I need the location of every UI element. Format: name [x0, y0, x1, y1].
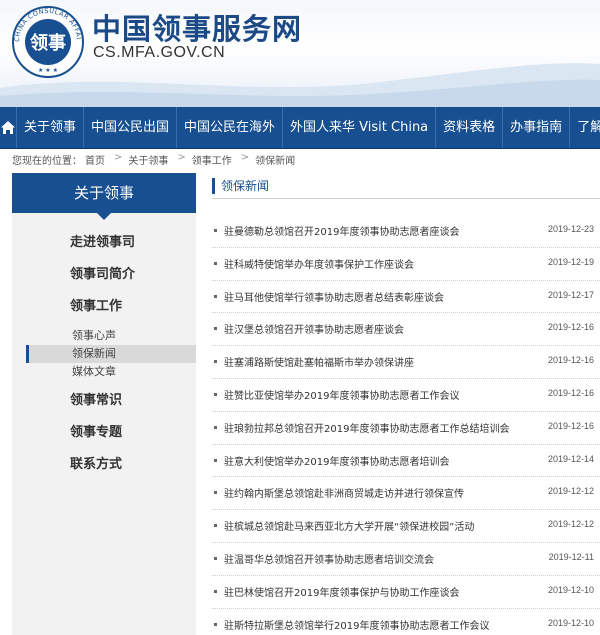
- section-header: 领保新闻: [212, 173, 600, 199]
- breadcrumb-home[interactable]: 首页: [85, 152, 105, 167]
- news-title-link[interactable]: 驻槟城总领馆赴马来西亚北方大学开展“领保进校园”活动: [224, 518, 474, 533]
- news-list-item: 驻槟城总领馆赴马来西亚北方大学开展“领保进校园”活动 2019-12-12: [212, 510, 600, 543]
- site-url: CS.MFA.GOV.CN: [93, 44, 226, 61]
- news-title-link[interactable]: 驻科威特使馆举办年度领事保护工作座谈会: [224, 256, 414, 271]
- news-date: 2019-12-12: [547, 486, 594, 497]
- news-date: 2019-12-12: [547, 519, 594, 530]
- news-title-link[interactable]: 驻斯特拉斯堡总领馆举行2019年度领事协助志愿者工作会议: [224, 617, 489, 632]
- sidebar: 关于领事 走进领事司 领事司简介 领事工作 领事心声 领保新闻 媒体文章 领事常…: [12, 173, 196, 635]
- nav-item-citizens-overseas[interactable]: 中国公民在海外: [177, 107, 284, 148]
- news-date: 2019-12-10: [547, 584, 594, 595]
- bullet-icon: [214, 229, 217, 232]
- news-title-link[interactable]: 驻约翰内斯堡总领馆赴非洲商贸城走访并进行领保宣传: [224, 485, 464, 500]
- section-title: 领保新闻: [221, 179, 270, 193]
- bullet-icon: [214, 261, 217, 265]
- news-date: 2019-12-17: [547, 289, 594, 300]
- news-list: 驻曼德勒总领馆召开2019年度领事协助志愿者座谈会 2019-12-23 驻科威特使…: [212, 215, 600, 635]
- svg-text:★ ★ ★: ★ ★ ★: [38, 67, 58, 74]
- bullet-icon: [214, 622, 217, 626]
- bullet-icon: [214, 294, 217, 298]
- nav-item-learn-more[interactable]: 了解: [570, 107, 600, 148]
- main-content: 领保新闻 驻曼德勒总领馆召开2019年度领事协助志愿者座谈会 2019-12-23…: [212, 173, 600, 632]
- news-title-link[interactable]: 驻塞浦路斯使馆赴塞帕福斯市举办领保讲座: [224, 354, 414, 369]
- news-date: 2019-12-16: [547, 387, 594, 398]
- sidebar-subitem-consular-voice[interactable]: 领事心声: [26, 327, 196, 345]
- news-date: 2019-12-16: [547, 322, 594, 333]
- news-list-item: 驻塞浦路斯使馆赴塞帕福斯市举办领保讲座 2019-12-16: [212, 346, 600, 379]
- bullet-icon: [214, 360, 217, 364]
- news-title-link[interactable]: 驻赞比亚使馆举办2019年度领事协助志愿者工作会议: [224, 387, 459, 402]
- sidebar-item-consular-work[interactable]: 领事工作: [26, 291, 196, 323]
- home-icon: [1, 121, 15, 134]
- site-title: 中国领事服务网: [92, 12, 303, 46]
- breadcrumb-protection-news[interactable]: 领保新闻: [255, 152, 295, 167]
- sidebar-subitem-protection-news[interactable]: 领保新闻: [26, 345, 196, 363]
- nav-item-citizens-abroad-travel[interactable]: 中国公民出国: [84, 107, 178, 148]
- bullet-icon: [214, 589, 217, 593]
- news-date: 2019-12-14: [547, 453, 594, 464]
- nav-item-forms[interactable]: 资料表格: [436, 107, 504, 148]
- bullet-icon: [214, 425, 217, 429]
- news-list-item: 驻曼德勒总领馆召开2019年度领事协助志愿者座谈会 2019-12-23: [212, 215, 600, 248]
- news-list-item: 驻巴林使馆召开2019年度领事保护与协助工作座谈会 2019-12-10: [212, 576, 600, 609]
- breadcrumb-separator: >: [240, 152, 250, 163]
- news-title-link[interactable]: 驻汉堡总领馆召开领事协助志愿者座谈会: [224, 321, 404, 336]
- news-list-item: 驻科威特使馆举办年度领事保护工作座谈会 2019-12-19: [212, 248, 600, 281]
- news-title-link[interactable]: 驻意大利使馆举办2019年度领事协助志愿者培训会: [224, 453, 449, 468]
- news-list-item: 驻琅勃拉邦总领馆召开2019年度领事协助志愿者工作总结培训会 2019-12-16: [212, 412, 600, 445]
- sidebar-item-department-intro[interactable]: 领事司简介: [26, 259, 196, 291]
- news-date: 2019-12-11: [548, 551, 594, 562]
- nav-item-visit-china[interactable]: 外国人来华 Visit China: [283, 107, 437, 148]
- news-list-item: 驻意大利使馆举办2019年度领事协助志愿者培训会 2019-12-14: [212, 445, 600, 478]
- main-navigation: 关于领事 中国公民出国 中国公民在海外 外国人来华 Visit China 资料…: [0, 107, 600, 149]
- nav-home[interactable]: [0, 107, 17, 148]
- bullet-icon: [214, 556, 217, 560]
- news-title-link[interactable]: 驻马耳他使馆举行领事协助志愿者总结表彰座谈会: [224, 289, 444, 304]
- sidebar-title: 关于领事: [12, 173, 196, 220]
- bullet-icon: [214, 491, 217, 495]
- consular-seal-logo[interactable]: CHINA CONSULAR AFFAIRS 领事 ★ ★ ★: [12, 6, 84, 78]
- sidebar-item-enter-department[interactable]: 走进领事司: [26, 227, 196, 259]
- news-title-link[interactable]: 驻巴林使馆召开2019年度领事保护与协助工作座谈会: [224, 584, 459, 599]
- news-list-item: 驻马耳他使馆举行领事协助志愿者总结表彰座谈会 2019-12-17: [212, 281, 600, 314]
- bullet-icon: [214, 392, 217, 396]
- sidebar-menu: 走进领事司 领事司简介 领事工作 领事心声 领保新闻 媒体文章 领事常识 领事专…: [12, 213, 196, 481]
- news-date: 2019-12-16: [547, 355, 594, 366]
- section-header-bar: [212, 177, 215, 194]
- breadcrumb-prefix: 您现在的位置：: [12, 156, 82, 167]
- news-date: 2019-12-16: [547, 420, 594, 431]
- news-list-item: 驻赞比亚使馆举办2019年度领事协助志愿者工作会议 2019-12-16: [212, 379, 600, 412]
- news-title-link[interactable]: 驻琅勃拉邦总领馆召开2019年度领事协助志愿者工作总结培训会: [224, 420, 509, 435]
- bullet-icon: [214, 327, 217, 331]
- svg-text:领事: 领事: [30, 32, 66, 54]
- sidebar-item-contact[interactable]: 联系方式: [26, 449, 196, 481]
- site-header: CHINA CONSULAR AFFAIRS 领事 ★ ★ ★ 中国领事服务网 …: [0, 0, 600, 107]
- breadcrumb-consular-work[interactable]: 领事工作: [192, 152, 232, 167]
- news-title-link[interactable]: 驻曼德勒总领馆召开2019年度领事协助志愿者座谈会: [224, 223, 459, 238]
- news-list-item: 驻温哥华总领馆召开领事协助志愿者培训交流会 2019-12-11: [212, 543, 600, 576]
- nav-item-guide[interactable]: 办事指南: [503, 107, 571, 148]
- breadcrumb-separator: >: [114, 152, 123, 163]
- news-list-item: 驻约翰内斯堡总领馆赴非洲商贸城走访并进行领保宣传 2019-12-12: [212, 477, 600, 511]
- sidebar-item-consular-topics[interactable]: 领事专题: [26, 417, 196, 449]
- breadcrumb-about-consular[interactable]: 关于领事: [128, 152, 168, 167]
- sidebar-item-consular-knowledge[interactable]: 领事常识: [26, 385, 196, 417]
- news-date: 2019-12-19: [547, 256, 594, 267]
- sidebar-submenu: 领事心声 领保新闻 媒体文章: [26, 323, 196, 385]
- bullet-icon: [214, 458, 217, 462]
- news-list-item: 驻斯特拉斯堡总领馆举行2019年度领事协助志愿者工作会议 2019-12-10: [212, 609, 600, 635]
- breadcrumb-separator: >: [177, 152, 186, 163]
- sidebar-subitem-media-articles[interactable]: 媒体文章: [26, 363, 196, 381]
- nav-item-about-consular[interactable]: 关于领事: [17, 107, 85, 148]
- news-date: 2019-12-23: [547, 224, 594, 234]
- news-title-link[interactable]: 驻温哥华总领馆召开领事协助志愿者培训交流会: [224, 551, 434, 566]
- news-date: 2019-12-10: [547, 617, 594, 628]
- breadcrumb: 您现在的位置： 首页 > 关于领事 > 领事工作 > 领保新闻: [12, 152, 298, 167]
- bullet-icon: [214, 524, 217, 528]
- news-list-item: 驻汉堡总领馆召开领事协助志愿者座谈会 2019-12-16: [212, 313, 600, 347]
